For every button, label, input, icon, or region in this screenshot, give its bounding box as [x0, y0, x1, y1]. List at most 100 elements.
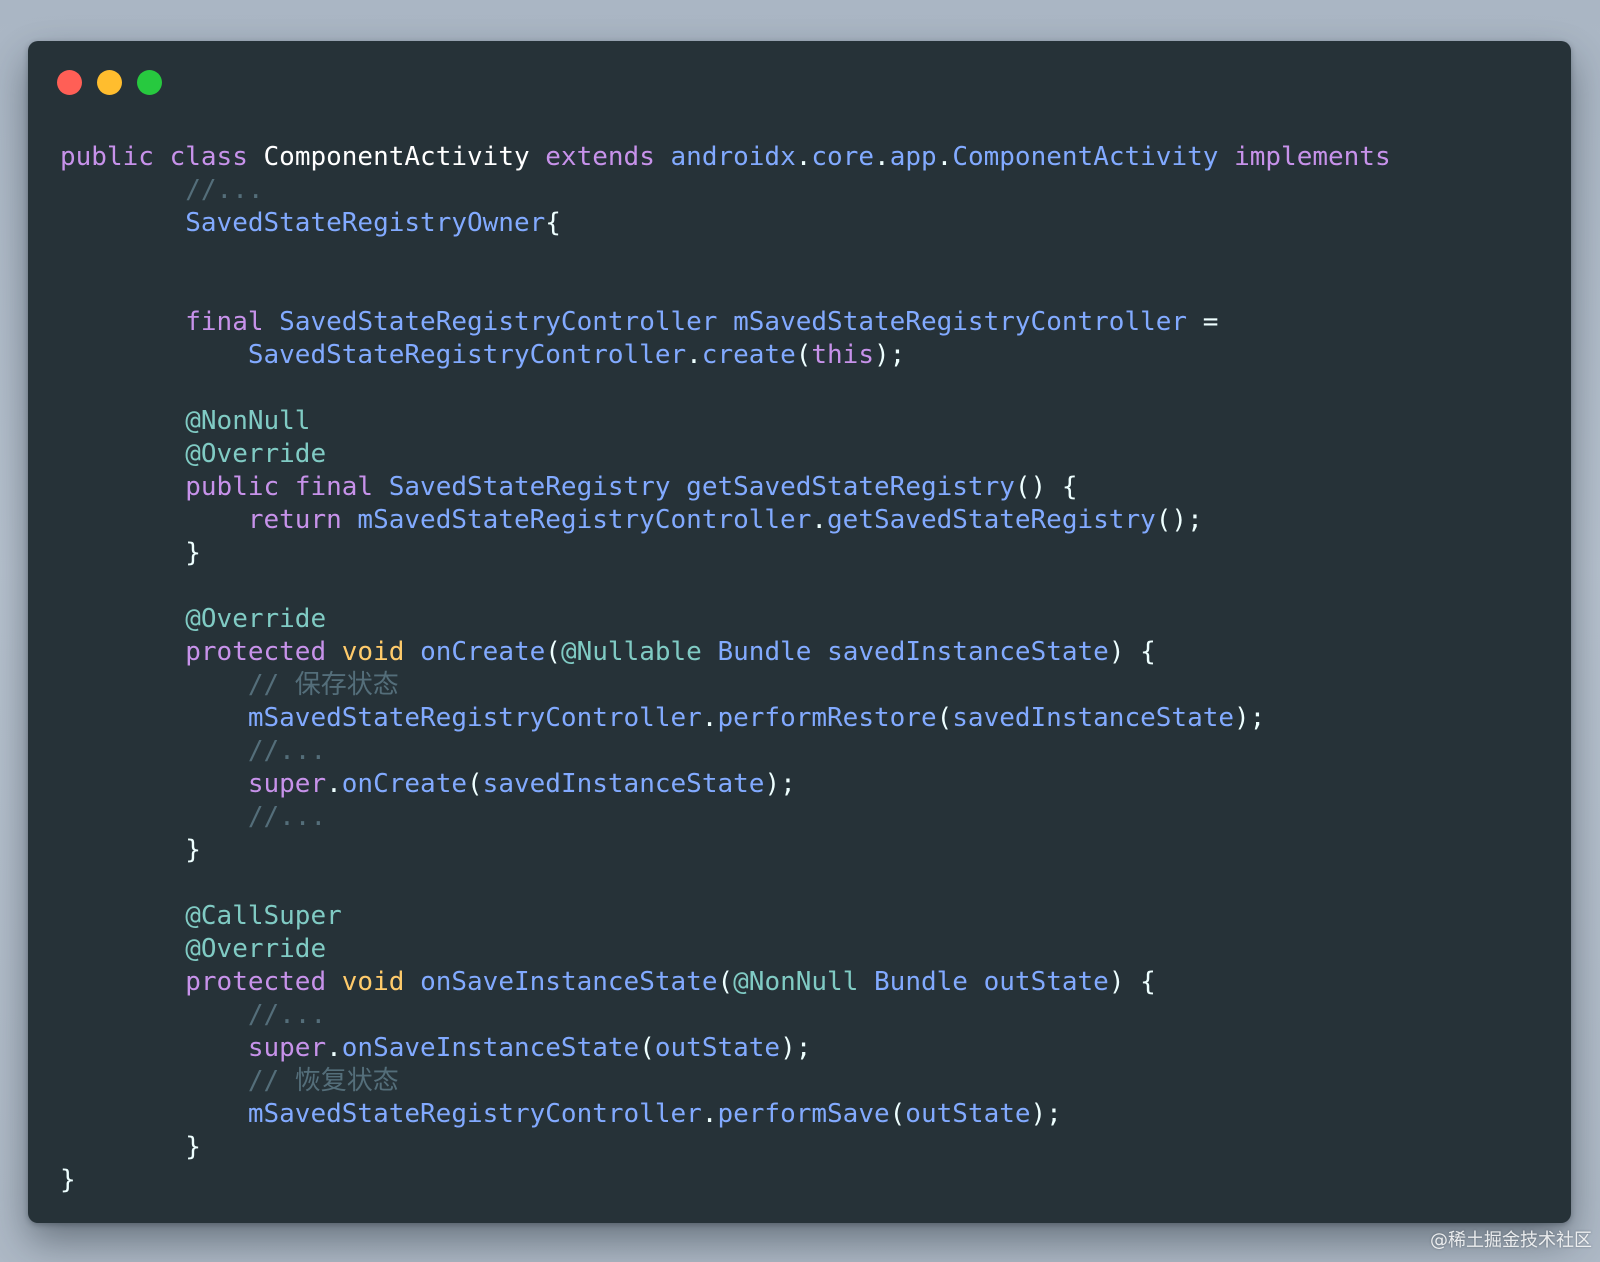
code-line-annotation: @CallSuper — [60, 900, 342, 933]
keyword-super: super — [247, 769, 327, 799]
code-line-comment: // 保存状态 — [60, 669, 399, 702]
code-line-class-declaration: public class ComponentActivity extends a… — [60, 141, 1391, 174]
dot: . — [701, 1099, 718, 1129]
parameter-name: outState — [654, 1033, 781, 1063]
minimize-window-button[interactable] — [97, 70, 122, 95]
close-brace: } — [60, 1165, 76, 1195]
code-line-statement: mSavedStateRegistryController.performSav… — [60, 1098, 1062, 1131]
dot: . — [701, 703, 718, 733]
keyword-extends: extends — [545, 142, 655, 172]
code-line-close-brace: } — [60, 834, 201, 867]
method-name: onCreate — [420, 637, 546, 667]
close-brace: } — [185, 835, 201, 865]
method-name: onSaveInstanceState — [420, 967, 718, 997]
code-line-annotation: @NonNull — [60, 405, 310, 438]
code-line-field-declaration: final SavedStateRegistryController mSave… — [60, 306, 1218, 339]
method-name: create — [701, 340, 796, 370]
code-line-annotation: @Override — [60, 603, 326, 636]
annotation: @CallSuper — [185, 901, 342, 931]
annotation: @Override — [185, 439, 327, 469]
open-brace: { — [545, 208, 561, 238]
assign-operator: = — [1202, 307, 1219, 337]
code-line-statement: super.onSaveInstanceState(outState); — [60, 1032, 812, 1065]
punctuation: ) { — [1108, 637, 1156, 667]
keyword-implements: implements — [1234, 142, 1391, 172]
keyword-public: public — [60, 142, 154, 172]
method-name: onCreate — [341, 769, 468, 799]
close-paren: ); — [1030, 1099, 1062, 1129]
open-paren: ( — [639, 1033, 655, 1063]
keyword-super: super — [247, 1033, 327, 1063]
comment: //... — [247, 802, 327, 832]
code-line-close-brace: } — [60, 1164, 76, 1197]
code-line-method-signature: protected void onCreate(@Nullable Bundle… — [60, 636, 1156, 669]
code-line-comment: // 恢复状态 — [60, 1065, 399, 1098]
close-paren: ); — [764, 769, 796, 799]
keyword-return: return — [247, 505, 342, 535]
interface-name: SavedStateRegistryOwner — [185, 208, 546, 238]
comment: //... — [247, 736, 327, 766]
parameter-name: outState — [905, 1099, 1031, 1129]
variable-name: mSavedStateRegistryController — [357, 505, 812, 535]
variable-name: mSavedStateRegistryController — [733, 307, 1188, 337]
dot: . — [874, 142, 890, 172]
package-segment: app — [889, 142, 937, 172]
keyword-this: this — [811, 340, 874, 370]
code-line-close-brace: } — [60, 1131, 201, 1164]
code-line-comment: //... — [60, 999, 326, 1032]
dot: . — [686, 340, 702, 370]
code-line-comment: //... — [60, 735, 326, 768]
keyword-class: class — [169, 142, 248, 172]
type-name: Bundle — [717, 637, 812, 667]
close-brace: } — [185, 1132, 201, 1162]
open-paren: ( — [467, 769, 483, 799]
punctuation: ) { — [1108, 967, 1156, 997]
keyword-protected: protected — [185, 967, 327, 997]
comment: //... — [247, 1000, 327, 1030]
keyword-final: final — [294, 472, 374, 502]
open-paren: ( — [889, 1099, 906, 1129]
punctuation: (); — [1155, 505, 1203, 535]
maximize-window-button[interactable] — [137, 70, 162, 95]
dot: . — [811, 505, 828, 535]
method-name: getSavedStateRegistry — [827, 505, 1156, 535]
code-line-close-brace: } — [60, 537, 201, 570]
close-paren: ); — [874, 340, 906, 370]
code-line-statement: mSavedStateRegistryController.performRes… — [60, 702, 1266, 735]
code-line-comment: //... — [60, 801, 326, 834]
comment: // 恢复状态 — [247, 1066, 399, 1096]
code-line-method-signature: protected void onSaveInstanceState(@NonN… — [60, 966, 1156, 999]
dot: . — [936, 142, 953, 172]
package-segment: core — [811, 142, 875, 172]
watermark: @稀土掘金技术社区 — [1430, 1230, 1592, 1251]
parameter-name: savedInstanceState — [952, 703, 1235, 733]
method-name: performRestore — [717, 703, 937, 733]
code-line-field-initializer: SavedStateRegistryController.create(this… — [60, 339, 905, 372]
superclass-name: ComponentActivity — [952, 142, 1219, 172]
keyword-void: void — [341, 637, 405, 667]
keyword-final: final — [185, 307, 264, 337]
type-name: Bundle — [874, 967, 968, 997]
open-paren: ( — [717, 967, 734, 997]
open-paren: ( — [795, 340, 812, 370]
code-line-annotation: @Override — [60, 933, 326, 966]
close-window-button[interactable] — [57, 70, 82, 95]
type-name: SavedStateRegistryController — [279, 307, 718, 337]
dot: . — [795, 142, 812, 172]
parameter-name: savedInstanceState — [482, 769, 765, 799]
code-line-comment: //... — [60, 174, 263, 207]
code-line-statement: super.onCreate(savedInstanceState); — [60, 768, 796, 801]
code-line-annotation: @Override — [60, 438, 326, 471]
open-paren: ( — [545, 637, 561, 667]
annotation: @Override — [185, 604, 327, 634]
dot: . — [326, 769, 342, 799]
keyword-void: void — [341, 967, 405, 997]
code-window: public class ComponentActivity extends a… — [28, 41, 1571, 1223]
method-name: getSavedStateRegistry — [686, 472, 1015, 502]
annotation: @Nullable — [560, 637, 702, 667]
close-brace: } — [185, 538, 201, 568]
code-line-implements-type: SavedStateRegistryOwner{ — [60, 207, 561, 240]
package-segment: androidx — [670, 142, 796, 172]
method-name: onSaveInstanceState — [341, 1033, 640, 1063]
annotation: @NonNull — [733, 967, 859, 997]
